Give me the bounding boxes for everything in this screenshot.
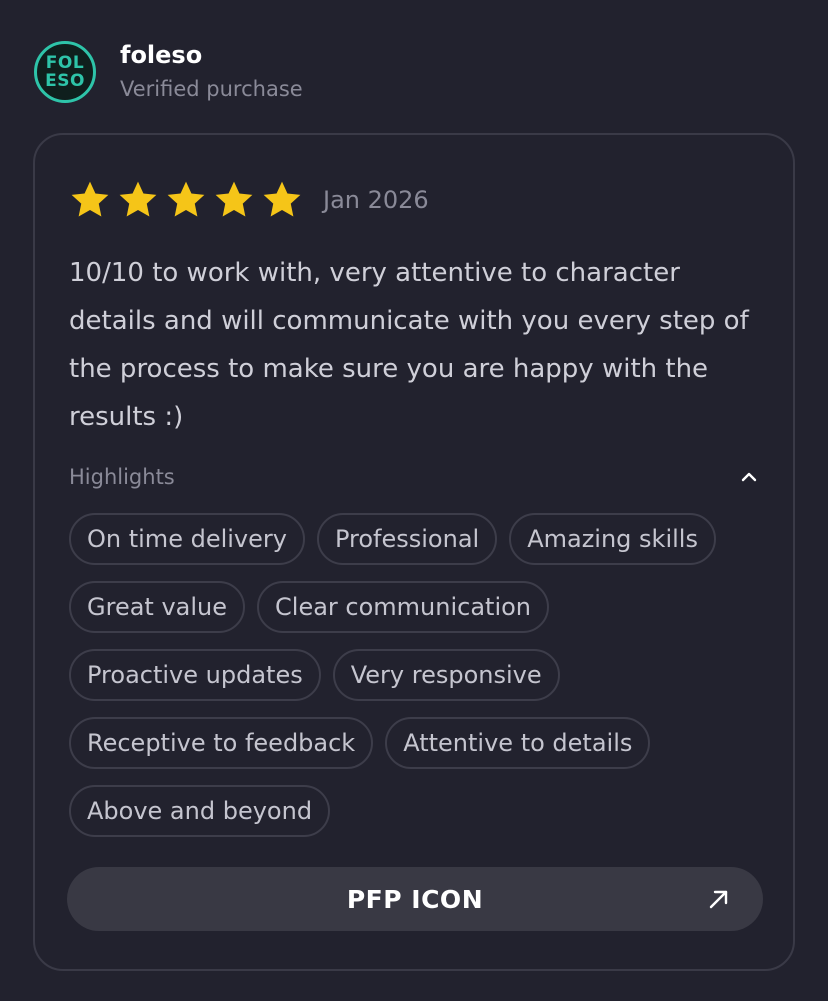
review-card: Jan 2026 10/10 to work with, very attent… — [33, 133, 795, 971]
highlight-chip: Professional — [316, 513, 498, 565]
highlight-chip: Receptive to feedback — [69, 717, 374, 769]
avatar: FOL ESO — [34, 41, 96, 103]
verified-purchase-label: Verified purchase — [120, 77, 303, 101]
highlight-chip: Amazing skills — [509, 513, 716, 565]
highlights-list: On time delivery Professional Amazing skil… — [69, 513, 769, 837]
highlight-chip: Attentive to details — [385, 717, 651, 769]
avatar-text-line2: ESO — [45, 71, 85, 91]
review-text: 10/10 to work with, very attentive to ch… — [69, 258, 749, 432]
highlights-label: Highlights — [69, 465, 175, 489]
arrow-up-right-icon — [709, 890, 728, 909]
chevron-up-icon[interactable] — [739, 467, 759, 487]
review-date: Jan 2026 — [323, 186, 429, 214]
action-button-label: PFP ICON — [346, 884, 484, 914]
star-rating — [69, 179, 303, 221]
highlights-header[interactable]: Highlights — [69, 465, 759, 489]
highlight-chip: Clear communication — [257, 581, 550, 633]
highlight-chip: Proactive updates — [69, 649, 321, 701]
highlight-chip: Great value — [69, 581, 246, 633]
avatar-text-line1: FOL — [45, 53, 85, 73]
reviewer-name: foleso — [120, 41, 203, 69]
highlight-chip: Very responsive — [332, 649, 560, 701]
highlight-chip: Above and beyond — [69, 785, 331, 837]
star-icon — [215, 181, 253, 217]
review-page: FOL ESO foleso Verified purchase Jan 202… — [0, 0, 828, 1001]
highlight-chip: On time delivery — [69, 513, 305, 565]
pfp-icon-button[interactable]: PFP ICON — [67, 867, 763, 931]
rating-row: Jan 2026 — [69, 179, 429, 221]
star-icon — [167, 181, 205, 217]
star-icon — [263, 181, 301, 217]
star-icon — [71, 181, 109, 217]
reviewer-header: FOL ESO foleso Verified purchase — [34, 40, 303, 104]
reviewer-info: foleso Verified purchase — [120, 40, 303, 104]
star-icon — [119, 181, 157, 217]
